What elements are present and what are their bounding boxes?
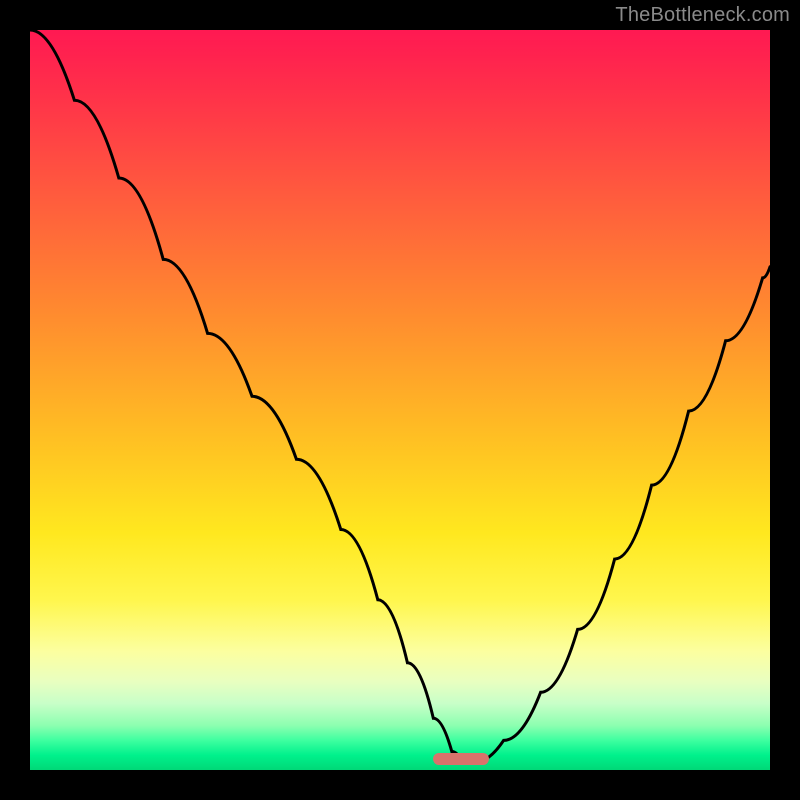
chart-frame: TheBottleneck.com xyxy=(0,0,800,800)
plot-area xyxy=(30,30,770,770)
bottleneck-marker xyxy=(433,753,489,765)
watermark-text: TheBottleneck.com xyxy=(615,4,790,27)
right-arm-curve xyxy=(474,267,770,763)
curve-layer xyxy=(30,30,770,770)
left-arm-curve xyxy=(30,30,463,763)
